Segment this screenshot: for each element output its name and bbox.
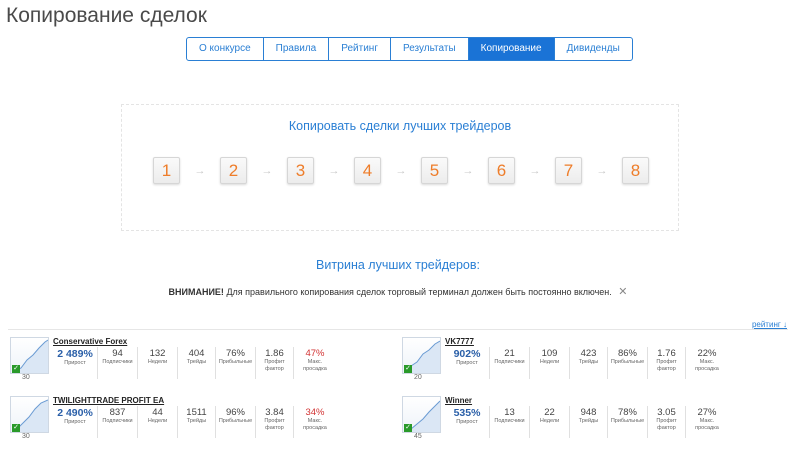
- showcase-title: Витрина лучших трейдеров:: [316, 258, 480, 272]
- stat-profit-factor: 3.05 Профит фактор: [647, 406, 685, 438]
- step-1-button[interactable]: 1: [153, 157, 180, 184]
- divider: [8, 329, 788, 330]
- trader-card: ✓ 30 TWILIGHTTRADE PROFIT EA 2 490% Приро…: [10, 396, 390, 446]
- verified-check-icon: ✓: [12, 365, 20, 373]
- arrow-right-icon: →: [261, 164, 273, 177]
- stat-weeks: 44 Недели: [137, 406, 177, 438]
- trader-stats: 2 489% Прирост 94 Подписчики 132 Недели 404…: [53, 347, 336, 379]
- trader-card: ✓ 30 Conservative Forex 2 489% Прирост 94…: [10, 337, 390, 387]
- warning-label: ВНИМАНИЕ!: [168, 287, 224, 297]
- growth-chart-thumbnail[interactable]: ✓: [10, 337, 49, 374]
- trader-stats: 2 490% Прирост 837 Подписчики 44 Недели 151…: [53, 406, 336, 438]
- thumb-weeks: 30: [22, 374, 30, 381]
- tab-dividends[interactable]: Дивиденды: [555, 38, 632, 60]
- thumb-weeks: 45: [414, 433, 422, 440]
- verified-check-icon: ✓: [404, 365, 412, 373]
- steps-list: 1 → 2 → 3 → 4 → 5 → 6 → 7 → 8: [153, 157, 649, 184]
- stat-trades: 948 Трейды: [569, 406, 607, 438]
- arrow-right-icon: →: [194, 164, 206, 177]
- stat-drawdown: 47% Макс. просадка: [293, 347, 336, 379]
- stat-weeks: 132 Недели: [137, 347, 177, 379]
- step-3-button[interactable]: 3: [287, 157, 314, 184]
- arrow-right-icon: →: [462, 164, 474, 177]
- growth-chart-thumbnail[interactable]: ✓: [402, 337, 441, 374]
- stat-drawdown: 27% Макс. просадка: [685, 406, 728, 438]
- stat-trades: 423 Трейды: [569, 347, 607, 379]
- trader-name-link[interactable]: TWILIGHTTRADE PROFIT EA: [53, 396, 164, 405]
- warning-text: Для правильного копирования сделок торго…: [223, 287, 612, 297]
- trader-name-link[interactable]: Winner: [445, 396, 472, 405]
- tab-rules[interactable]: Правила: [264, 38, 330, 60]
- stat-profit-factor: 3.84 Профит фактор: [255, 406, 293, 438]
- tab-results[interactable]: Результаты: [391, 38, 469, 60]
- stat-subscribers: 13 Подписчики: [489, 406, 529, 438]
- stat-growth: 2 490% Прирост: [57, 407, 93, 425]
- step-2-button[interactable]: 2: [220, 157, 247, 184]
- arrow-right-icon: →: [596, 164, 608, 177]
- stat-drawdown: 34% Макс. просадка: [293, 406, 336, 438]
- steps-panel: Копировать сделки лучших трейдеров 1 → 2…: [121, 104, 679, 231]
- stat-profit-factor: 1.76 Профит фактор: [647, 347, 685, 379]
- stat-trades: 404 Трейды: [177, 347, 215, 379]
- steps-title: Копировать сделки лучших трейдеров: [288, 119, 512, 133]
- warning-message: ВНИМАНИЕ! Для правильного копирования сд…: [0, 285, 796, 298]
- tab-about[interactable]: О конкурсе: [187, 38, 264, 60]
- thumb-weeks: 20: [414, 374, 422, 381]
- stat-profitable: 86% Прибыльные: [607, 347, 647, 379]
- stat-profitable: 96% Прибыльные: [215, 406, 255, 438]
- growth-chart-thumbnail[interactable]: ✓: [402, 396, 441, 433]
- stat-weeks: 109 Недели: [529, 347, 569, 379]
- step-5-button[interactable]: 5: [421, 157, 448, 184]
- stat-subscribers: 94 Подписчики: [97, 347, 137, 379]
- tab-rating[interactable]: Рейтинг: [329, 38, 391, 60]
- thumb-weeks: 30: [22, 433, 30, 440]
- close-icon[interactable]: ✕: [618, 286, 627, 298]
- stat-trades: 1511 Трейды: [177, 406, 215, 438]
- stat-weeks: 22 Недели: [529, 406, 569, 438]
- step-7-button[interactable]: 7: [555, 157, 582, 184]
- step-8-button[interactable]: 8: [622, 157, 649, 184]
- stat-profitable: 78% Прибыльные: [607, 406, 647, 438]
- step-6-button[interactable]: 6: [488, 157, 515, 184]
- step-4-button[interactable]: 4: [354, 157, 381, 184]
- verified-check-icon: ✓: [12, 424, 20, 432]
- stat-profitable: 76% Прибыльные: [215, 347, 255, 379]
- trader-card: ✓ 20 VK7777 902% Прирост 21 Подписчики 109…: [402, 337, 782, 387]
- stat-subscribers: 837 Подписчики: [97, 406, 137, 438]
- stat-growth: 902% Прирост: [453, 348, 481, 366]
- trader-stats: 902% Прирост 21 Подписчики 109 Недели 423 Тр…: [445, 347, 728, 379]
- stat-growth: 2 489% Прирост: [57, 348, 93, 366]
- tab-bar: О конкурсе Правила Рейтинг Результаты Ко…: [186, 37, 633, 61]
- arrow-right-icon: →: [328, 164, 340, 177]
- stat-profit-factor: 1.86 Профит фактор: [255, 347, 293, 379]
- stat-growth: 535% Прирост: [453, 407, 481, 425]
- tab-copying[interactable]: Копирование: [468, 38, 555, 60]
- growth-chart-thumbnail[interactable]: ✓: [10, 396, 49, 433]
- arrow-right-icon: →: [529, 164, 541, 177]
- trader-stats: 535% Прирост 13 Подписчики 22 Недели 948 Тре…: [445, 406, 728, 438]
- trader-name-link[interactable]: VK7777: [445, 337, 474, 346]
- sort-by-rating-link[interactable]: рейтинг ↓: [752, 320, 787, 329]
- trader-name-link[interactable]: Conservative Forex: [53, 337, 127, 346]
- verified-check-icon: ✓: [404, 424, 412, 432]
- trader-card: ✓ 45 Winner 535% Прирост 13 Подписчики 22 Н…: [402, 396, 782, 446]
- stat-subscribers: 21 Подписчики: [489, 347, 529, 379]
- arrow-right-icon: →: [395, 164, 407, 177]
- stat-drawdown: 22% Макс. просадка: [685, 347, 728, 379]
- page-title: Копирование сделок: [6, 4, 207, 27]
